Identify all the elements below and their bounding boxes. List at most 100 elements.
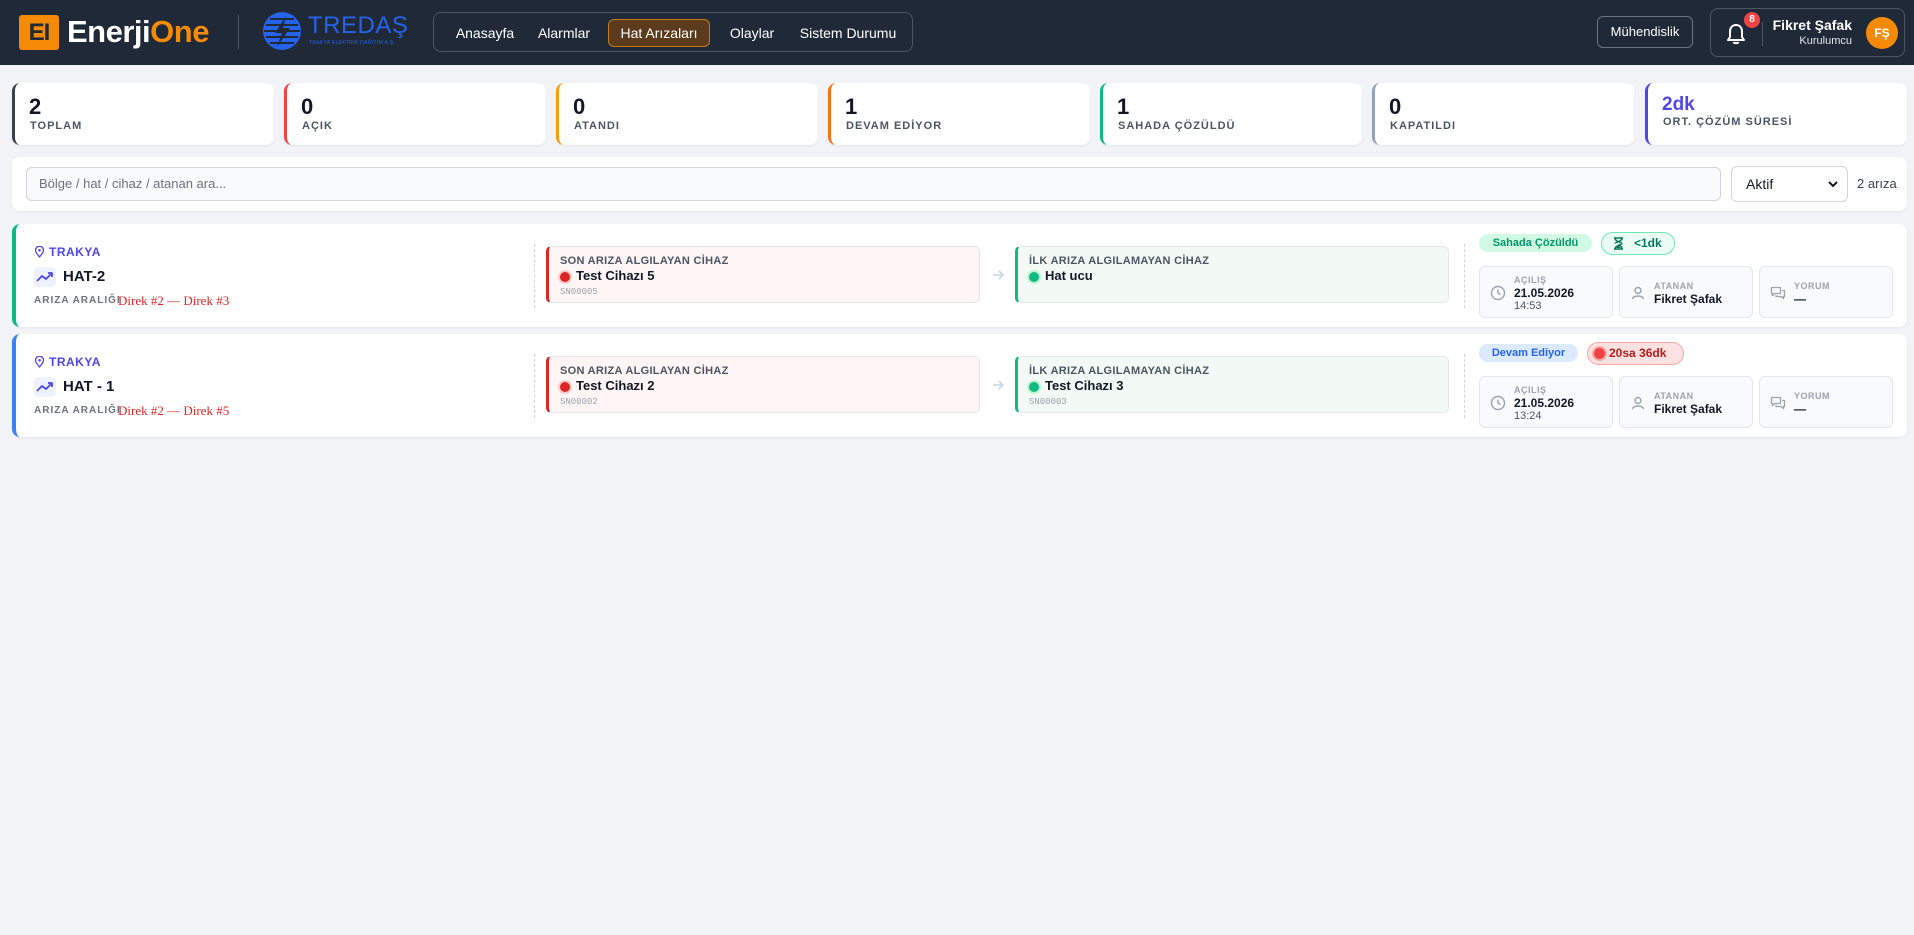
fault-row[interactable]: TRAKYA HAT-2 ARIZA ARALIĞI Direk #2 — Di…	[12, 224, 1907, 327]
fault-range-label: ARIZA ARALIĞI	[34, 295, 121, 306]
status-badge: Sahada Çözüldü	[1479, 234, 1592, 252]
user-name[interactable]: Fikret Şafak	[1773, 17, 1852, 33]
row-divider	[534, 354, 535, 418]
main-nav: Anasayfa Alarmlar Hat Arızaları Olaylar …	[433, 12, 913, 52]
tredas-subtitle: TRAKYA ELEKTRİK DAĞITIM A.Ş.	[309, 40, 396, 46]
nav-anasayfa[interactable]: Anasayfa	[445, 19, 525, 47]
stat-value: 0	[1389, 94, 1402, 119]
notification-count-badge: 8	[1744, 12, 1760, 28]
stat-value: 2dk	[1662, 94, 1695, 115]
stat-card-in-progress[interactable]: 1 DEVAM EDİYOR	[828, 83, 1090, 145]
arrow-right-icon	[993, 380, 1005, 390]
ok-status-dot	[1029, 272, 1039, 282]
fault-line-name[interactable]: HAT - 1	[63, 377, 114, 397]
opened-date: 21.05.2026	[1514, 286, 1575, 300]
assignee-label: ATANAN	[1654, 391, 1694, 401]
fault-range-label: ARIZA ARALIĞI	[34, 405, 121, 416]
stat-label: ORT. ÇÖZÜM SÜRESİ	[1663, 116, 1793, 128]
first-clear-device[interactable]: İLK ARIZA ALGILAMAYAN CİHAZ Test Cihazı …	[1015, 356, 1449, 413]
stat-value: 1	[1117, 94, 1130, 119]
status-badge: Devam Ediyor	[1479, 344, 1578, 362]
search-input[interactable]: Bölge / hat / cihaz / atanan ara...	[26, 167, 1721, 201]
last-detecting-device[interactable]: SON ARIZA ALGILAYAN CİHAZ Test Cihazı 5 …	[546, 246, 980, 303]
fault-region: TRAKYA	[34, 355, 101, 369]
ok-status-dot	[1029, 382, 1039, 392]
comment-info[interactable]: YORUM —	[1759, 266, 1893, 318]
assignee-info[interactable]: ATANAN Fikret Şafak	[1619, 266, 1753, 318]
stat-label: AÇIK	[302, 120, 333, 132]
assignee-name: Fikret Şafak	[1654, 292, 1723, 306]
fault-region: TRAKYA	[34, 245, 101, 259]
first-clear-device[interactable]: İLK ARIZA ALGILAMAYAN CİHAZ Hat ucu	[1015, 246, 1449, 303]
stat-card-resolved-on-site[interactable]: 1 SAHADA ÇÖZÜLDÜ	[1100, 83, 1362, 145]
comment-value: —	[1794, 402, 1806, 416]
row-divider	[1464, 244, 1465, 308]
device-name: Test Cihazı 5	[576, 268, 655, 283]
status-filter-value: Aktif	[1746, 176, 1774, 192]
status-filter-select[interactable]: Aktif	[1731, 166, 1848, 202]
comment-label: YORUM	[1794, 391, 1830, 401]
row-divider	[1464, 354, 1465, 418]
stat-card-total[interactable]: 2 TOPLAM	[12, 83, 274, 145]
stat-value: 0	[301, 94, 314, 119]
device-label: İLK ARIZA ALGILAMAYAN CİHAZ	[1029, 365, 1210, 377]
stat-card-closed[interactable]: 0 KAPATILDI	[1372, 83, 1634, 145]
fault-line-name[interactable]: HAT-2	[63, 267, 105, 287]
stat-value: 1	[845, 94, 858, 119]
stat-value: 0	[573, 94, 586, 119]
opened-date: 21.05.2026	[1514, 396, 1575, 410]
duration-badge: <1dk	[1601, 232, 1675, 255]
comment-info[interactable]: YORUM —	[1759, 376, 1893, 428]
hourglass-icon	[1614, 237, 1623, 250]
stat-card-open[interactable]: 0 AÇIK	[284, 83, 546, 145]
comment-icon	[1770, 396, 1786, 410]
fault-status-dot	[560, 382, 570, 392]
fault-status-dot	[560, 272, 570, 282]
engineering-mode-button[interactable]: Mühendislik	[1597, 16, 1693, 48]
arrow-right-icon	[993, 270, 1005, 280]
nav-hat-arizalari[interactable]: Hat Arızaları	[608, 19, 710, 47]
stat-card-avg-resolution: 2dk ORT. ÇÖZÜM SÜRESİ	[1645, 83, 1907, 145]
assignee-label: ATANAN	[1654, 281, 1694, 291]
clock-icon	[1490, 285, 1506, 301]
stat-label: SAHADA ÇÖZÜLDÜ	[1118, 120, 1236, 132]
avatar[interactable]: FŞ	[1866, 17, 1898, 49]
tredas-name: TREDAŞ	[308, 12, 409, 39]
bell-icon[interactable]	[1726, 23, 1746, 45]
device-serial: SN00002	[560, 397, 598, 407]
enerjione-logo-mark[interactable]: EI	[19, 15, 59, 50]
stat-label: DEVAM EDİYOR	[846, 120, 943, 132]
nav-alarmlar[interactable]: Alarmlar	[532, 19, 596, 47]
duration-badge: 20sa 36dk	[1587, 342, 1684, 365]
nav-olaylar[interactable]: Olaylar	[719, 19, 785, 47]
filter-bar: Bölge / hat / cihaz / atanan ara... Akti…	[12, 157, 1907, 211]
device-name: Hat ucu	[1045, 268, 1093, 283]
opened-label: AÇILIŞ	[1514, 275, 1547, 285]
user-icon	[1631, 286, 1645, 300]
location-pin-icon	[34, 246, 45, 258]
device-label: SON ARIZA ALGILAYAN CİHAZ	[560, 365, 729, 377]
result-count: 2 arıza	[1857, 176, 1897, 191]
opened-label: AÇILIŞ	[1514, 385, 1547, 395]
assignee-info[interactable]: ATANAN Fikret Şafak	[1619, 376, 1753, 428]
device-label: SON ARIZA ALGILAYAN CİHAZ	[560, 255, 729, 267]
stat-label: ATANDI	[574, 120, 620, 132]
user-panel: 8 Fikret Şafak Kurulumcu FŞ	[1710, 8, 1905, 57]
user-icon	[1631, 396, 1645, 410]
enerjione-logo-text[interactable]: EnerjiOne	[67, 14, 209, 50]
tredas-globe-icon	[263, 12, 301, 50]
opened-info: AÇILIŞ 21.05.2026 14:53	[1479, 266, 1613, 318]
comment-value: —	[1794, 292, 1806, 306]
device-name: Test Cihazı 3	[1045, 378, 1124, 393]
tredas-logo: TREDAŞ TRAKYA ELEKTRİK DAĞITIM A.Ş.	[262, 11, 408, 51]
fault-row[interactable]: TRAKYA HAT - 1 ARIZA ARALIĞI Direk #2 — …	[12, 334, 1907, 437]
last-detecting-device[interactable]: SON ARIZA ALGILAYAN CİHAZ Test Cihazı 2 …	[546, 356, 980, 413]
comment-icon	[1770, 286, 1786, 300]
user-divider	[1762, 22, 1763, 46]
fault-range-value: Direk #2 — Direk #3	[118, 293, 230, 308]
line-trend-icon	[34, 377, 56, 397]
stat-label: TOPLAM	[30, 120, 83, 132]
stat-card-assigned[interactable]: 0 ATANDI	[556, 83, 818, 145]
device-name: Test Cihazı 2	[576, 378, 655, 393]
nav-sistem-durumu[interactable]: Sistem Durumu	[794, 19, 902, 47]
